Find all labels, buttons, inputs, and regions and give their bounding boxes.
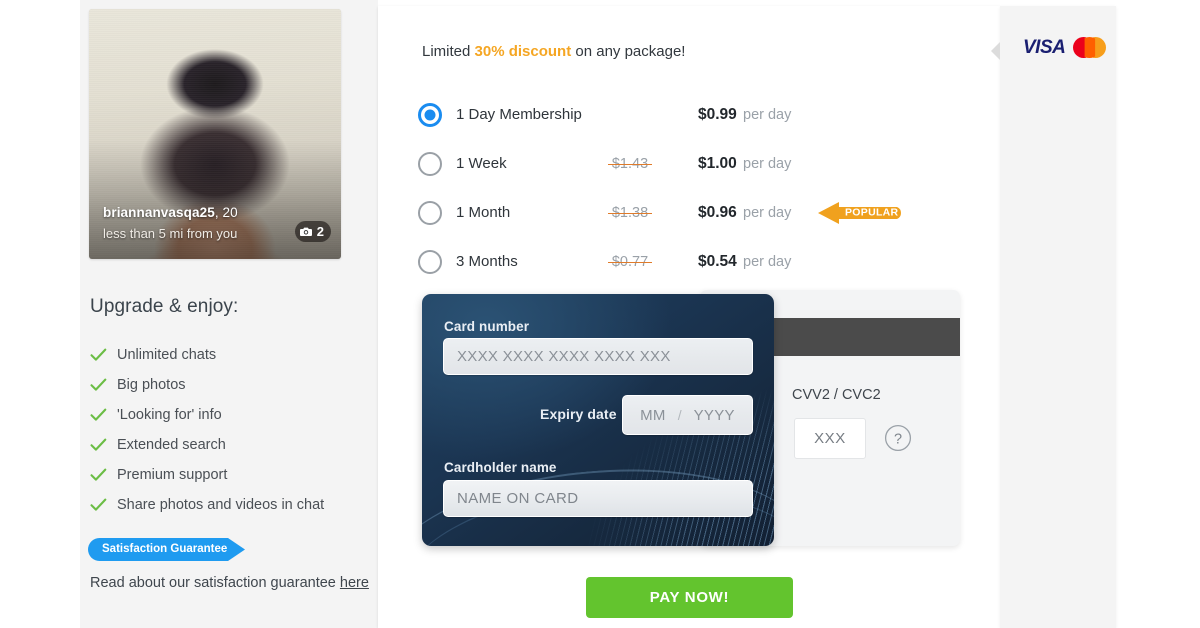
check-icon (90, 348, 107, 361)
plan-price: $0.54 (698, 252, 737, 270)
benefit-label: 'Looking for' info (117, 406, 222, 423)
promo-headline: Limited 30% discount on any package! (422, 43, 685, 60)
plan-old-price-value: $1.38 (607, 204, 653, 221)
panel-pointer-triangle (991, 42, 1000, 60)
card-number-label: Card number (444, 319, 530, 334)
guarantee-badge-label: Satisfaction Guarantee (102, 543, 228, 555)
plan-old-price: $0.77 (590, 254, 670, 270)
expiry-date-input[interactable]: MM / YYYY (622, 395, 753, 435)
check-icon (90, 408, 107, 421)
photo-count-badge[interactable]: 2 (294, 221, 331, 242)
plan-unit: per day (743, 155, 792, 172)
guarantee-note: Read about our satisfaction guarantee he… (90, 572, 370, 594)
profile-age: , 20 (214, 205, 238, 220)
plan-unit: per day (743, 106, 792, 123)
plan-name: 3 Months (456, 253, 518, 270)
plan-name: 1 Day Membership (456, 106, 582, 123)
cardholder-name-label: Cardholder name (444, 460, 557, 475)
upgrade-title: Upgrade & enjoy: (90, 296, 239, 317)
card-number-input[interactable]: XXXX XXXX XXXX XXXX XXX (443, 338, 753, 375)
plan-unit: per day (743, 253, 792, 270)
plan-old-price: $1.38 (590, 205, 670, 221)
cardholder-placeholder: NAME ON CARD (457, 490, 579, 507)
plan-old-price-value: $0.77 (607, 253, 653, 270)
radio-1-week[interactable] (418, 151, 442, 176)
promo-prefix: Limited (422, 43, 475, 60)
cardholder-name-input[interactable]: NAME ON CARD (443, 480, 753, 517)
plan-name: 1 Week (456, 155, 507, 172)
cvv-input[interactable]: XXX (794, 418, 866, 459)
benefits-list: Unlimited chats Big photos 'Looking for'… (90, 340, 370, 520)
plan-option-1-day[interactable]: 1 Day Membership $0.99 per day (414, 90, 974, 139)
profile-username-text: briannanvasqa25 (103, 205, 215, 220)
svg-text:?: ? (894, 431, 902, 447)
check-icon (90, 468, 107, 481)
plan-option-1-month[interactable]: 1 Month $1.38 $0.96 per day POPULAR (414, 188, 974, 237)
benefit-label: Share photos and videos in chat (117, 496, 325, 513)
camera-icon (299, 227, 312, 236)
plan-option-1-week[interactable]: 1 Week $1.43 $1.00 per day (414, 139, 974, 188)
expiry-date-label: Expiry date (540, 406, 617, 422)
photo-count-number: 2 (316, 224, 324, 239)
guarantee-link[interactable]: here (340, 572, 369, 594)
plan-unit: per day (743, 204, 792, 221)
benefit-item: Share photos and videos in chat (90, 490, 370, 520)
benefit-item: 'Looking for' info (90, 400, 370, 430)
benefit-label: Big photos (117, 376, 186, 393)
popular-badge: POPULAR (818, 200, 910, 225)
card-number-placeholder: XXXX XXXX XXXX XXXX XXX (457, 348, 671, 365)
expiry-year-placeholder: YYYY (693, 406, 735, 424)
popular-badge-label: POPULAR (845, 206, 899, 218)
question-mark-icon[interactable]: ? (884, 424, 912, 452)
benefit-item: Extended search (90, 430, 370, 460)
plan-list: 1 Day Membership $0.99 per day 1 Week $1… (414, 90, 974, 286)
plan-price: $1.00 (698, 154, 737, 172)
cvv-placeholder: XXX (814, 430, 846, 447)
sidebar: briannanvasqa25, 20 less than 5 mi from … (80, 0, 378, 628)
plan-name: 1 Month (456, 204, 511, 221)
plan-old-price-value: $1.43 (607, 155, 653, 172)
card-logos: VISA (1023, 37, 1107, 58)
page-root: briannanvasqa25, 20 less than 5 mi from … (0, 0, 1200, 628)
expiry-month-placeholder: MM (640, 406, 666, 424)
benefit-label: Premium support (117, 466, 228, 483)
cvv-label: CVV2 / CVC2 (792, 387, 881, 403)
check-icon (90, 438, 107, 451)
radio-1-day[interactable] (418, 102, 442, 127)
visa-logo-icon: VISA (1023, 37, 1066, 58)
radio-1-month[interactable] (418, 200, 442, 225)
credit-card-form: Card number XXXX XXXX XXXX XXXX XXX Expi… (422, 294, 774, 546)
expiry-separator: / (677, 407, 682, 423)
guarantee-note-text: Read about our satisfaction guarantee (90, 575, 336, 591)
satisfaction-guarantee-badge: Satisfaction Guarantee (88, 538, 246, 561)
mastercard-logo-icon (1073, 37, 1107, 58)
radio-3-months[interactable] (418, 249, 442, 274)
benefit-item: Big photos (90, 370, 370, 400)
profile-photo-card[interactable]: briannanvasqa25, 20 less than 5 mi from … (89, 9, 341, 259)
check-icon (90, 498, 107, 511)
plan-option-3-months[interactable]: 3 Months $0.77 $0.54 per day (414, 237, 974, 286)
benefit-item: Unlimited chats (90, 340, 370, 370)
check-icon (90, 378, 107, 391)
profile-distance: less than 5 mi from you (103, 226, 238, 241)
benefit-label: Unlimited chats (117, 346, 217, 363)
benefit-item: Premium support (90, 460, 370, 490)
plan-price: $0.96 (698, 203, 737, 221)
promo-suffix: on any package! (571, 43, 686, 60)
promo-highlight: 30% discount (474, 43, 572, 60)
pay-now-button[interactable]: PAY NOW! (586, 577, 793, 618)
plan-price: $0.99 (698, 105, 737, 123)
profile-meta: briannanvasqa25, 20 less than 5 mi from … (103, 204, 238, 243)
plan-old-price: $1.43 (590, 156, 670, 172)
profile-username: briannanvasqa25, 20 (103, 204, 238, 222)
payment-logos-panel: VISA (991, 6, 1116, 628)
benefit-label: Extended search (117, 436, 226, 453)
